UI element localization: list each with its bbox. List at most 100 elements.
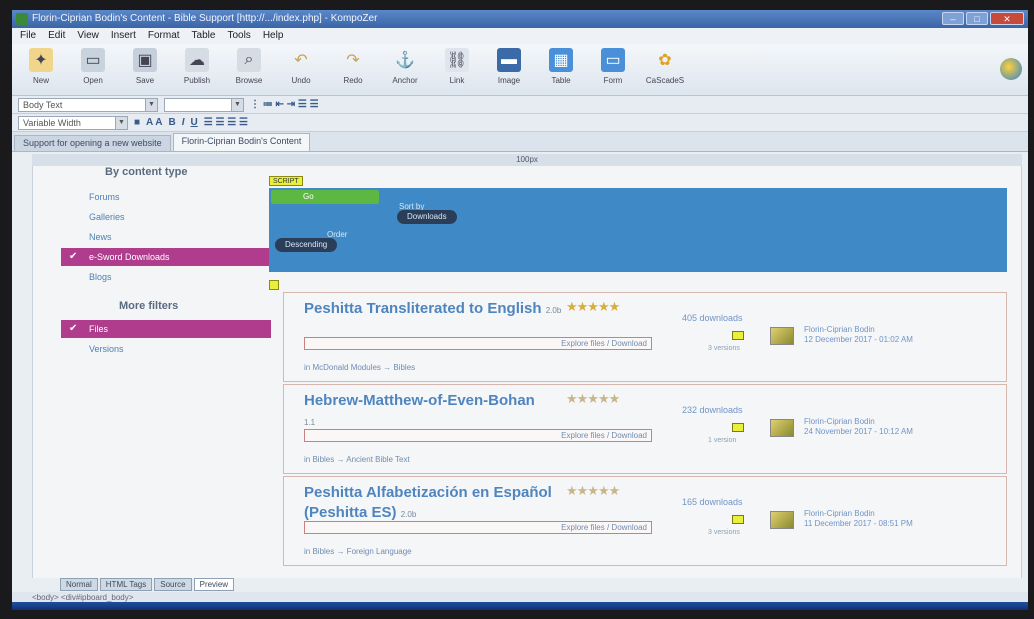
taskbar[interactable] <box>12 602 1028 610</box>
table-icon: ▦ <box>549 48 573 72</box>
explore-bar: Explore files / Download <box>304 429 652 442</box>
publish-button[interactable]: ☁ Publish <box>176 44 218 92</box>
tab-source[interactable]: Source <box>154 578 192 591</box>
form-button[interactable]: ▭ Form <box>592 44 634 92</box>
format-toolbar-1: Body Text ▼ ▼ ⋮ ≔ ⇤ ⇥ ☰ ☰ <box>12 96 1028 114</box>
menu-bar: File Edit View Insert Format Table Tools… <box>12 28 1028 44</box>
menu-edit[interactable]: Edit <box>48 28 65 44</box>
sort-panel: Go Sort by Downloads Order Descending <box>269 188 1007 272</box>
redo-button[interactable]: ↷ Redo <box>332 44 374 92</box>
menu-help[interactable]: Help <box>263 28 284 44</box>
save-button[interactable]: ▣ Save <box>124 44 166 92</box>
tab-content[interactable]: Florin-Ciprian Bodin's Content <box>172 133 311 151</box>
result-card: Peshitta Transliterated to English 2.0b … <box>283 292 1007 382</box>
author-name[interactable]: Florin-Ciprian Bodin <box>804 509 875 518</box>
sidebar-item-news[interactable]: News <box>61 228 271 246</box>
open-button[interactable]: ▭ Open <box>72 44 114 92</box>
version-count: 1 version <box>708 437 737 444</box>
chevron-down-icon: ▼ <box>145 98 157 111</box>
tab-support[interactable]: Support for opening a new website <box>14 135 171 151</box>
font-size-icon[interactable]: A A <box>146 117 162 128</box>
explore-link[interactable]: Explore files / Download <box>561 338 647 349</box>
author-name[interactable]: Florin-Ciprian Bodin <box>804 417 875 426</box>
rating-stars[interactable]: ★★★★★ <box>566 391 620 407</box>
sidebar-item-galleries[interactable]: Galleries <box>61 208 271 226</box>
list-format-icons[interactable]: ⋮ ≔ ⇤ ⇥ ☰ ☰ <box>250 99 319 110</box>
menu-format[interactable]: Format <box>148 28 180 44</box>
chevron-down-icon: ▼ <box>115 116 127 129</box>
text-color-icon[interactable]: ■ <box>134 117 140 128</box>
class-select[interactable]: ▼ <box>164 97 244 112</box>
link-button[interactable]: ⛓ Link <box>436 44 478 92</box>
italic-icon[interactable]: I <box>182 117 185 128</box>
minimize-button[interactable]: – <box>942 12 964 25</box>
avatar[interactable] <box>770 511 794 529</box>
rating-stars[interactable]: ★★★★★ <box>566 299 620 315</box>
download-icon <box>732 515 744 524</box>
sidebar-item-files[interactable]: ✔ Files <box>61 320 271 338</box>
sidebar-item-esword-downloads[interactable]: ✔ e-Sword Downloads <box>61 248 271 266</box>
avatar[interactable] <box>770 419 794 437</box>
author-name[interactable]: Florin-Ciprian Bodin <box>804 325 875 334</box>
category-breadcrumb[interactable]: in McDonald Modules → Bibles <box>304 363 415 372</box>
menu-insert[interactable]: Insert <box>111 28 136 44</box>
image-button[interactable]: ▬ Image <box>488 44 530 92</box>
tab-normal[interactable]: Normal <box>60 578 98 591</box>
menu-table[interactable]: Table <box>192 28 216 44</box>
bold-icon[interactable]: B <box>169 117 176 128</box>
explore-link[interactable]: Explore files / Download <box>561 522 647 533</box>
composition-toolbar: ✦ New ▭ Open ▣ Save ☁ Publish ⌕ Browse ↶… <box>12 44 1028 96</box>
browse-icon: ⌕ <box>237 48 261 72</box>
undo-button[interactable]: ↶ Undo <box>280 44 322 92</box>
link-icon: ⛓ <box>445 48 469 72</box>
category-breadcrumb[interactable]: in Bibles → Ancient Bible Text <box>304 455 410 464</box>
font-select[interactable]: Variable Width ▼ <box>18 115 128 130</box>
menu-tools[interactable]: Tools <box>227 28 250 44</box>
sidebar-item-forums[interactable]: Forums <box>61 188 271 206</box>
form-icon: ▭ <box>601 48 625 72</box>
cascades-button[interactable]: ✿ CaScadeS <box>644 44 686 92</box>
download-count: 405 downloads <box>682 313 743 323</box>
underline-icon[interactable]: U <box>191 117 198 128</box>
new-button[interactable]: ✦ New <box>20 44 62 92</box>
tab-preview[interactable]: Preview <box>193 578 235 591</box>
menu-file[interactable]: File <box>20 28 36 44</box>
result-title[interactable]: Peshitta Transliterated to English 2.0b <box>304 299 564 321</box>
order-select[interactable]: Descending <box>275 238 338 252</box>
close-button[interactable]: ✕ <box>990 12 1024 25</box>
anchor-button[interactable]: ⚓ Anchor <box>384 44 426 92</box>
check-icon: ✔ <box>69 323 78 334</box>
result-title[interactable]: Hebrew-Matthew-of-Even-Bohan 1.1 <box>304 391 574 433</box>
sidebar-item-blogs[interactable]: Blogs <box>61 268 271 286</box>
list-marker <box>269 280 279 290</box>
upload-date: 12 December 2017 - 01:02 AM <box>804 335 913 344</box>
upload-date: 11 December 2017 - 08:51 PM <box>804 519 913 528</box>
result-title[interactable]: Peshitta Alfabetización en Español (Pesh… <box>304 483 564 525</box>
align-icons[interactable]: ☰ ☰ ☰ ☰ <box>204 117 248 128</box>
new-icon: ✦ <box>29 48 53 72</box>
download-count: 165 downloads <box>682 497 743 507</box>
sidebar-item-versions[interactable]: Versions <box>61 340 271 358</box>
avatar[interactable] <box>770 327 794 345</box>
paragraph-style-select[interactable]: Body Text ▼ <box>18 97 158 112</box>
publish-icon: ☁ <box>185 48 209 72</box>
image-icon: ▬ <box>497 48 521 72</box>
chevron-down-icon: ▼ <box>231 98 243 111</box>
maximize-button[interactable]: □ <box>966 12 988 25</box>
tab-html-tags[interactable]: HTML Tags <box>99 578 153 591</box>
go-button[interactable]: Go <box>271 190 379 204</box>
cascades-icon: ✿ <box>658 52 672 69</box>
document-tabs: Support for opening a new website Florin… <box>12 132 1028 152</box>
sort-by-select[interactable]: Downloads <box>397 210 457 224</box>
redo-icon: ↷ <box>346 52 360 69</box>
upload-date: 24 November 2017 - 10:12 AM <box>804 427 913 436</box>
category-breadcrumb[interactable]: in Bibles → Foreign Language <box>304 547 412 556</box>
explore-bar: Explore files / Download <box>304 521 652 534</box>
menu-view[interactable]: View <box>77 28 99 44</box>
rating-stars[interactable]: ★★★★★ <box>566 483 620 499</box>
filters-sidebar: By content type Forums Galleries News ✔ … <box>61 166 271 578</box>
table-button[interactable]: ▦ Table <box>540 44 582 92</box>
save-icon: ▣ <box>133 48 157 72</box>
browse-button[interactable]: ⌕ Browse <box>228 44 270 92</box>
explore-link[interactable]: Explore files / Download <box>561 430 647 441</box>
